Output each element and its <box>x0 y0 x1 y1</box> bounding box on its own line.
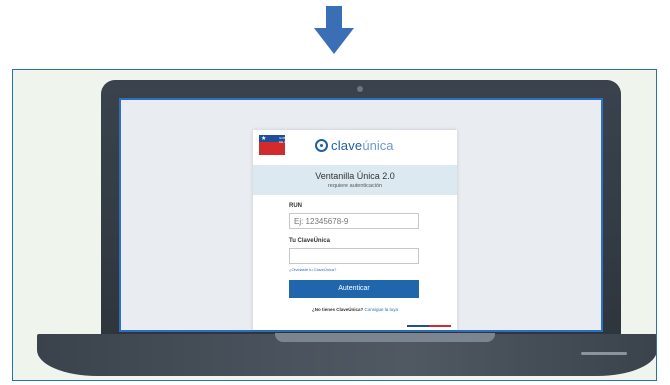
gobierno-de-chile-logo: ★ GOBIERNO DE CHILE <box>259 135 295 155</box>
signup-question: ¿No tienes ClaveÚnica? <box>311 307 364 312</box>
brand-name-part1: clave <box>331 137 363 153</box>
authenticate-button[interactable]: Autenticar <box>289 280 419 298</box>
illustration-frame: ★ GOBIERNO DE CHILE clave única Ventanill… <box>12 69 657 381</box>
laptop-base <box>37 333 656 376</box>
service-banner: Ventanilla Única 2.0 requiere autenticac… <box>253 165 457 195</box>
gov-logo-text: GOBIERNO DE CHILE <box>279 136 296 144</box>
laptop-lid: ★ GOBIERNO DE CHILE clave única Ventanill… <box>101 80 621 340</box>
camera-icon <box>357 86 363 92</box>
run-input[interactable] <box>289 213 419 229</box>
forgot-claveunica-link[interactable]: ¿Olvidaste tu ClaveÚnica? <box>289 267 336 272</box>
signup-link[interactable]: Consigue la tuya <box>365 307 399 312</box>
flag-bar <box>407 325 451 327</box>
service-subtitle: requiere autenticación <box>327 183 383 189</box>
claveunica-logo-icon <box>315 138 328 152</box>
laptop-screen: ★ GOBIERNO DE CHILE clave única Ventanill… <box>119 98 603 332</box>
brand-name-part2: única <box>362 137 394 153</box>
signup-prompt: ¿No tienes ClaveÚnica? Consigue la tuya <box>253 307 457 312</box>
laptop-hinge <box>275 333 495 342</box>
claveunica-label: Tu ClaveÚnica <box>289 238 330 244</box>
run-label: RUN <box>289 203 302 209</box>
claveunica-logo: clave única <box>315 136 393 154</box>
claveunica-password-input[interactable] <box>289 248 419 264</box>
arrow-down-icon <box>314 6 354 54</box>
laptop-indicator <box>581 352 627 355</box>
service-title: Ventanilla Única 2.0 <box>315 171 395 181</box>
login-card: ★ GOBIERNO DE CHILE clave única Ventanill… <box>253 130 457 330</box>
